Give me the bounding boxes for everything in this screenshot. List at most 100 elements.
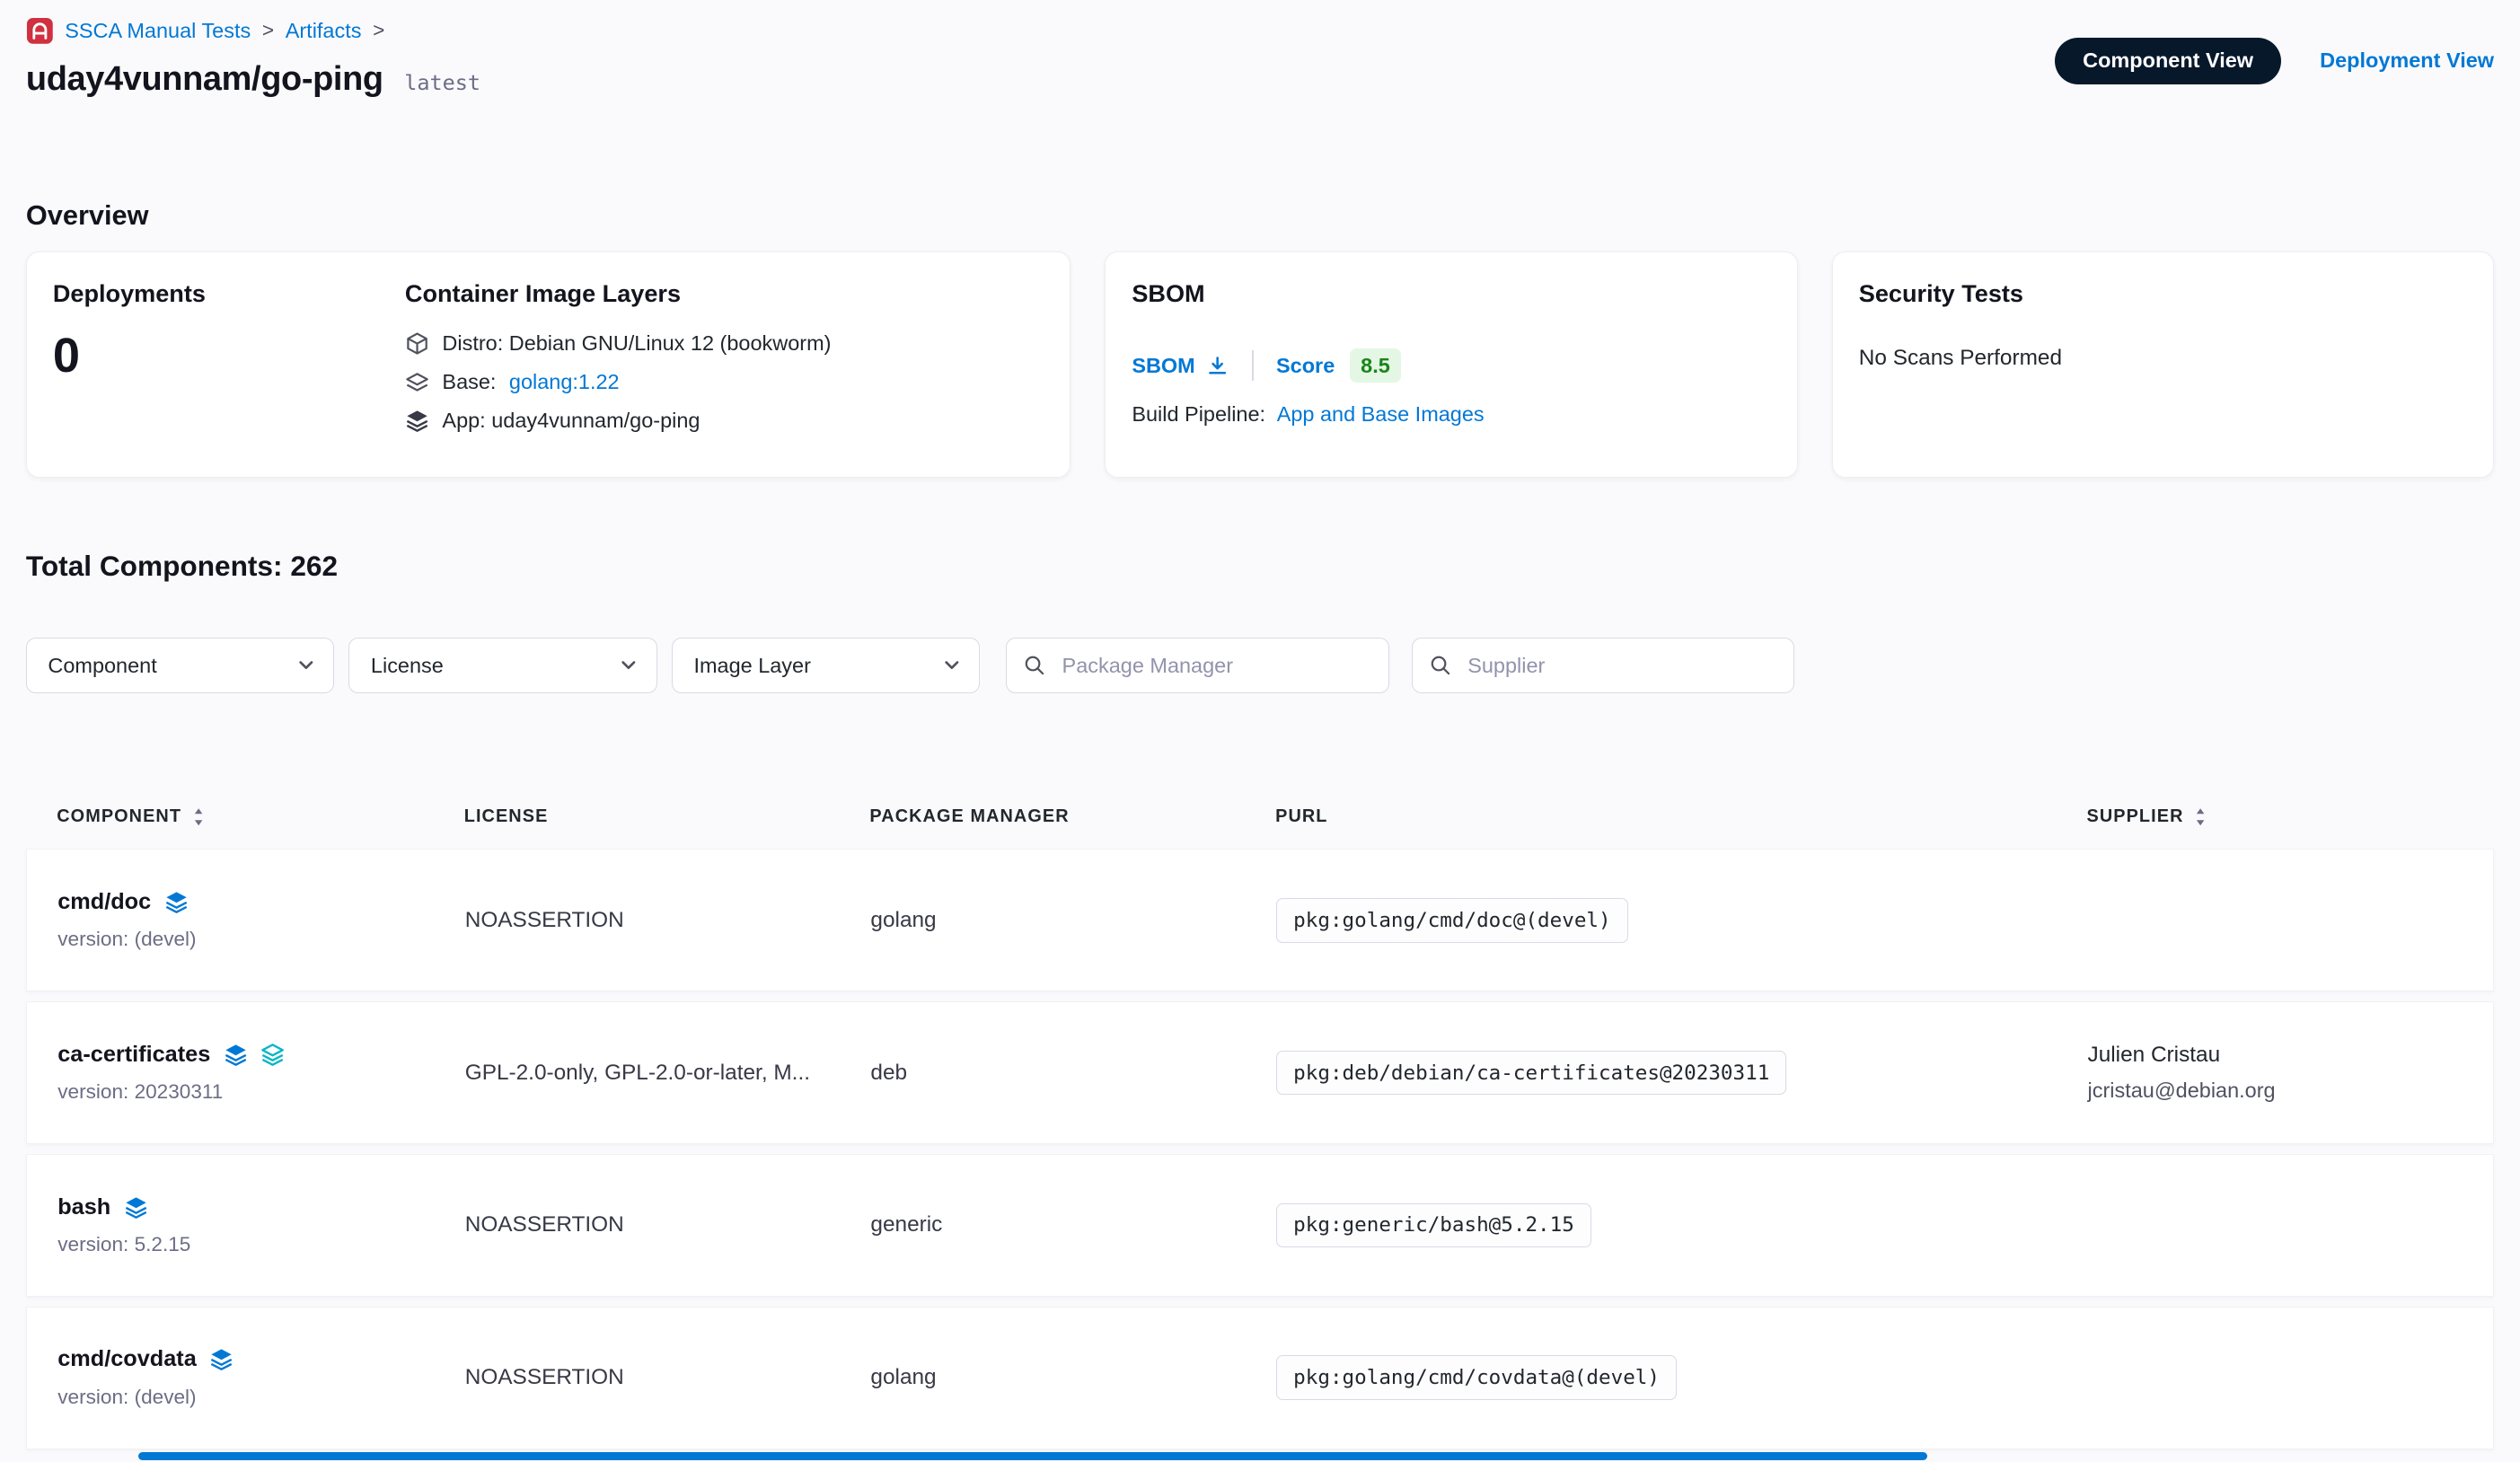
component-cell: ca-certificates version: 20230311	[57, 1042, 465, 1104]
license-filter-select[interactable]: License	[348, 638, 656, 692]
image-layer-filter-value: Image Layer	[693, 654, 810, 678]
table-row[interactable]: bash version: 5.2.15 NOASSERTION generic…	[26, 1154, 2494, 1297]
sbom-score-label: Score	[1276, 354, 1335, 378]
component-cell: cmd/covdata version: (devel)	[57, 1346, 465, 1408]
app-layer-text: App: uday4vunnam/go-ping	[442, 409, 700, 433]
license-filter-value: License	[371, 654, 444, 678]
component-version: version: 20230311	[57, 1080, 465, 1104]
component-name: bash	[57, 1194, 110, 1220]
layers-icon	[209, 1347, 233, 1371]
artifact-tag: latest	[404, 70, 480, 95]
deployments-block: Deployments 0	[53, 279, 405, 450]
distro-layer-row: Distro: Debian GNU/Linux 12 (bookworm)	[405, 331, 832, 356]
purl-chip[interactable]: pkg:deb/debian/ca-certificates@20230311	[1276, 1051, 1786, 1096]
deployment-view-button[interactable]: Deployment View	[2320, 48, 2494, 73]
table-header-row: COMPONENT LICENSE PACKAGE MANAGER PURL S…	[26, 806, 2494, 827]
distro-layer-text: Distro: Debian GNU/Linux 12 (bookworm)	[442, 331, 831, 356]
harness-logo-icon	[26, 17, 54, 45]
package-manager-cell: golang	[870, 908, 1276, 933]
license-cell: NOASSERTION	[465, 908, 835, 933]
column-header-license: LICENSE	[464, 806, 870, 827]
component-name: cmd/doc	[57, 889, 151, 915]
base-image-link[interactable]: golang:1.22	[509, 370, 620, 394]
security-tests-card: Security Tests No Scans Performed	[1832, 251, 2494, 479]
sbom-download-label: SBOM	[1132, 354, 1194, 378]
column-header-package-manager: PACKAGE MANAGER	[869, 806, 1275, 827]
supplier-search-input[interactable]	[1465, 652, 1778, 680]
purl-cell: pkg:deb/debian/ca-certificates@20230311	[1276, 1051, 2087, 1096]
package-manager-cell: deb	[870, 1061, 1276, 1086]
column-header-supplier[interactable]: SUPPLIER	[2087, 806, 2495, 827]
purl-chip[interactable]: pkg:generic/bash@5.2.15	[1276, 1203, 1591, 1248]
component-version: version: 5.2.15	[57, 1233, 465, 1256]
component-cell: cmd/doc version: (devel)	[57, 889, 465, 951]
breadcrumb-separator	[262, 19, 274, 42]
layers-icon-secondary	[260, 1043, 285, 1067]
deployments-count: 0	[53, 331, 405, 380]
sort-icon	[191, 806, 206, 827]
component-filter-value: Component	[48, 654, 156, 678]
overview-cards: Deployments 0 Container Image Layers Dis…	[26, 251, 2494, 479]
layers-icon	[124, 1195, 148, 1220]
component-filter-select[interactable]: Component	[26, 638, 334, 692]
horizontal-scrollbar[interactable]	[138, 1452, 1928, 1460]
component-view-button[interactable]: Component View	[2055, 38, 2280, 84]
package-manager-cell: generic	[870, 1212, 1276, 1237]
breadcrumb-link-artifacts[interactable]: Artifacts	[286, 19, 362, 43]
component-name: cmd/covdata	[57, 1346, 197, 1372]
supplier-email: jcristau@debian.org	[2088, 1079, 2494, 1103]
base-layer-row: Base: golang:1.22	[405, 370, 832, 394]
purl-chip[interactable]: pkg:golang/cmd/covdata@(devel)	[1276, 1355, 1677, 1400]
sbom-score-row: SBOM Score 8.5	[1132, 348, 1771, 383]
breadcrumb: SSCA Manual Tests Artifacts	[26, 16, 480, 46]
component-version: version: (devel)	[57, 1386, 465, 1409]
component-cell: bash version: 5.2.15	[57, 1194, 465, 1256]
license-cell: NOASSERTION	[465, 1212, 835, 1237]
build-pipeline-link[interactable]: App and Base Images	[1277, 402, 1485, 427]
table-row[interactable]: ca-certificates version: 20230311 GPL-2.…	[26, 1001, 2494, 1144]
app-layer-row: App: uday4vunnam/go-ping	[405, 409, 832, 433]
search-icon	[1023, 654, 1045, 676]
package-manager-search	[1006, 638, 1388, 692]
build-pipeline-label: Build Pipeline:	[1132, 402, 1265, 427]
supplier-cell: Julien Cristau jcristau@debian.org	[2088, 1043, 2494, 1104]
base-layer-icon	[405, 370, 429, 394]
supplier-search	[1412, 638, 1794, 692]
vertical-divider	[1252, 350, 1254, 381]
container-image-layers-label: Container Image Layers	[405, 279, 832, 308]
filters-bar: Component License Image Layer	[26, 638, 2494, 692]
license-cell: NOASSERTION	[465, 1365, 835, 1390]
view-toggle: Component View Deployment View	[2055, 16, 2494, 84]
sbom-card: SBOM SBOM Score 8.5 Build Pipeline: App …	[1105, 251, 1798, 479]
purl-chip[interactable]: pkg:golang/cmd/doc@(devel)	[1276, 898, 1628, 943]
table-row[interactable]: cmd/covdata version: (devel) NOASSERTION…	[26, 1307, 2494, 1449]
sbom-download-link[interactable]: SBOM	[1132, 354, 1229, 378]
chevron-down-icon	[296, 656, 316, 675]
deployments-label: Deployments	[53, 279, 405, 308]
page-title: uday4vunnam/go-ping	[26, 60, 383, 99]
sbom-card-label: SBOM	[1132, 279, 1771, 308]
image-layers-list: Distro: Debian GNU/Linux 12 (bookworm) B…	[405, 331, 832, 434]
chevron-down-icon	[619, 656, 639, 675]
build-pipeline-row: Build Pipeline: App and Base Images	[1132, 402, 1771, 427]
components-section: Total Components: 262 Component License …	[0, 550, 2520, 1449]
layers-icon	[224, 1043, 248, 1067]
breadcrumb-separator	[373, 19, 384, 42]
title-row: uday4vunnam/go-ping latest	[26, 60, 480, 99]
image-layer-filter-select[interactable]: Image Layer	[672, 638, 980, 692]
supplier-name: Julien Cristau	[2088, 1043, 2494, 1068]
page-header: SSCA Manual Tests Artifacts uday4vunnam/…	[0, 0, 2520, 99]
column-header-component[interactable]: COMPONENT	[57, 806, 464, 827]
container-image-layers-block: Container Image Layers Distro: Debian GN…	[405, 279, 832, 450]
base-layer-label: Base:	[442, 370, 496, 394]
security-tests-label: Security Tests	[1859, 279, 2467, 308]
breadcrumb-link-ssca-manual-tests[interactable]: SSCA Manual Tests	[65, 19, 251, 43]
package-manager-cell: golang	[870, 1365, 1276, 1390]
sort-icon	[2193, 806, 2207, 827]
package-manager-search-input[interactable]	[1059, 652, 1372, 680]
table-row[interactable]: cmd/doc version: (devel) NOASSERTION gol…	[26, 849, 2494, 991]
overview-section: Overview Deployments 0 Container Image L…	[0, 199, 2520, 479]
chevron-down-icon	[942, 656, 962, 675]
header-left: SSCA Manual Tests Artifacts uday4vunnam/…	[26, 16, 480, 99]
distro-layer-icon	[405, 331, 429, 356]
